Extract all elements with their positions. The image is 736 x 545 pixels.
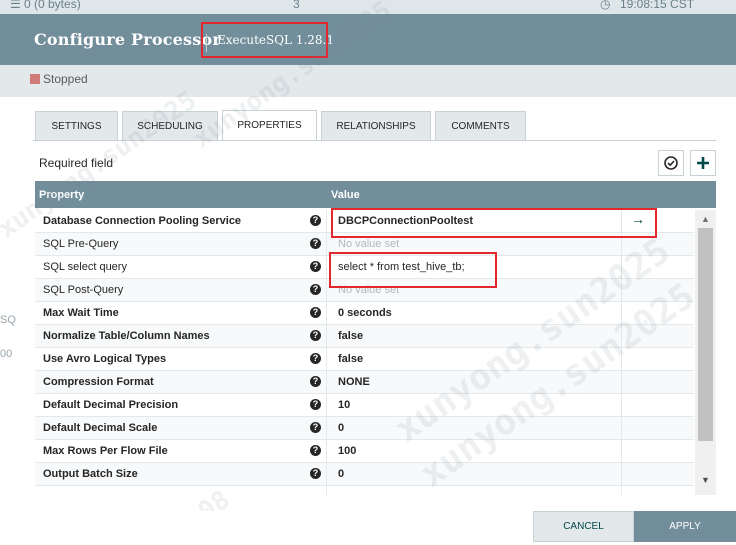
help-icon[interactable]: ? [310,468,321,479]
scroll-down-icon[interactable]: ▼ [701,475,710,485]
processor-type: ExecuteSQL 1.28.1 [217,33,335,47]
properties-table: Database Connection Pooling Service ? DB… [35,210,694,495]
help-icon[interactable]: ? [310,307,321,318]
help-icon[interactable]: ? [310,445,321,456]
help-icon[interactable]: ? [310,261,321,272]
tab-underline [33,140,716,141]
property-name: Max Wait Time [43,307,119,319]
title-divider [206,34,207,52]
table-row[interactable]: Max Rows Per Flow File ? 100 [35,440,694,463]
help-icon[interactable]: ? [310,399,321,410]
help-icon[interactable]: ? [310,284,321,295]
column-header-value: Value [331,189,360,201]
column-header-property: Property [39,189,85,201]
property-name: Compression Format [43,376,154,388]
property-name: Use Avro Logical Types [43,353,167,365]
go-to-service-arrow-icon[interactable]: → [631,211,645,227]
apply-button[interactable]: APPLY [634,511,736,542]
list-icon: ☰ [10,0,21,11]
table-row[interactable]: SQL Post-Query ? No value set [35,279,694,302]
property-value[interactable]: 10 [338,399,350,411]
table-row[interactable]: Database Connection Pooling Service ? DB… [35,210,694,233]
verify-button[interactable] [658,150,684,176]
help-icon[interactable]: ? [310,215,321,226]
tab-scheduling[interactable]: SCHEDULING [122,111,218,140]
strip-time: 19:08:15 CST [620,0,695,11]
property-value[interactable]: 100 [338,445,356,457]
properties-table-header: Property Value [35,181,716,208]
table-row[interactable]: Normalize Table/Column Names ? false [35,325,694,348]
add-property-button[interactable] [690,150,716,176]
cancel-button[interactable]: CANCEL [533,511,634,542]
property-value[interactable]: false [338,330,363,342]
help-icon[interactable]: ? [310,422,321,433]
tab-settings[interactable]: SETTINGS [35,111,118,140]
property-value[interactable]: No value set [338,284,399,296]
property-name: Database Connection Pooling Service [43,215,242,227]
status-label: Stopped [43,72,88,86]
plus-icon [697,157,709,169]
strip-count: 3 [293,0,300,11]
dialog-header: Configure Processor ExecuteSQL 1.28.1 [0,14,736,65]
property-value[interactable]: 0 [338,422,344,434]
property-value[interactable]: select * from test_hive_tb; [338,261,465,273]
dialog-title: Configure Processor [34,30,221,49]
property-value[interactable]: 0 [338,468,344,480]
tab-properties[interactable]: PROPERTIES [222,110,317,141]
property-name: SQL select query [43,261,127,273]
table-row[interactable]: Default Decimal Precision ? 10 [35,394,694,417]
check-circle-icon [664,156,678,170]
property-name: Output Batch Size [43,468,138,480]
table-row[interactable]: Max Wait Time ? 0 seconds [35,302,694,325]
stopped-icon [30,74,40,84]
table-row[interactable]: Compression Format ? NONE [35,371,694,394]
property-name: Max Rows Per Flow File [43,445,168,457]
property-name: SQL Post-Query [43,284,124,296]
help-icon[interactable]: ? [310,330,321,341]
clock-icon: ◷ [600,0,611,11]
status-bar [0,65,736,97]
property-value[interactable]: 0 seconds [338,307,392,319]
table-row[interactable]: Output Batch Size ? 0 [35,463,694,486]
help-icon[interactable]: ? [310,353,321,364]
table-row[interactable]: Use Avro Logical Types ? false [35,348,694,371]
required-field-label: Required field [39,156,114,170]
table-row-partial[interactable] [35,486,694,495]
property-name: Default Decimal Precision [43,399,179,411]
tab-comments[interactable]: COMMENTS [435,111,526,140]
help-icon[interactable]: ? [310,376,321,387]
property-value[interactable]: DBCPConnectionPooltest [338,215,473,227]
table-row[interactable]: SQL Pre-Query ? No value set [35,233,694,256]
background-canvas-edge: SQ 00 [0,97,18,511]
property-name: SQL Pre-Query [43,238,119,250]
property-value[interactable]: No value set [338,238,399,250]
edge-text-a: SQ [0,314,16,326]
edge-text-b: 00 [0,348,13,360]
background-status-strip: ☰ 0 (0 bytes) 3 ◷ 19:08:15 CST [0,0,736,14]
property-value[interactable]: false [338,353,363,365]
tab-relationships[interactable]: RELATIONSHIPS [321,111,431,140]
property-name: Normalize Table/Column Names [43,330,210,342]
property-name: Default Decimal Scale [43,422,158,434]
property-value[interactable]: NONE [338,376,370,388]
scroll-up-icon[interactable]: ▲ [701,214,710,224]
table-row[interactable]: Default Decimal Scale ? 0 [35,417,694,440]
scrollbar-thumb[interactable] [698,228,713,441]
table-row[interactable]: SQL select query ? select * from test_hi… [35,256,694,279]
help-icon[interactable]: ? [310,238,321,249]
queued-count: 0 (0 bytes) [24,0,81,11]
